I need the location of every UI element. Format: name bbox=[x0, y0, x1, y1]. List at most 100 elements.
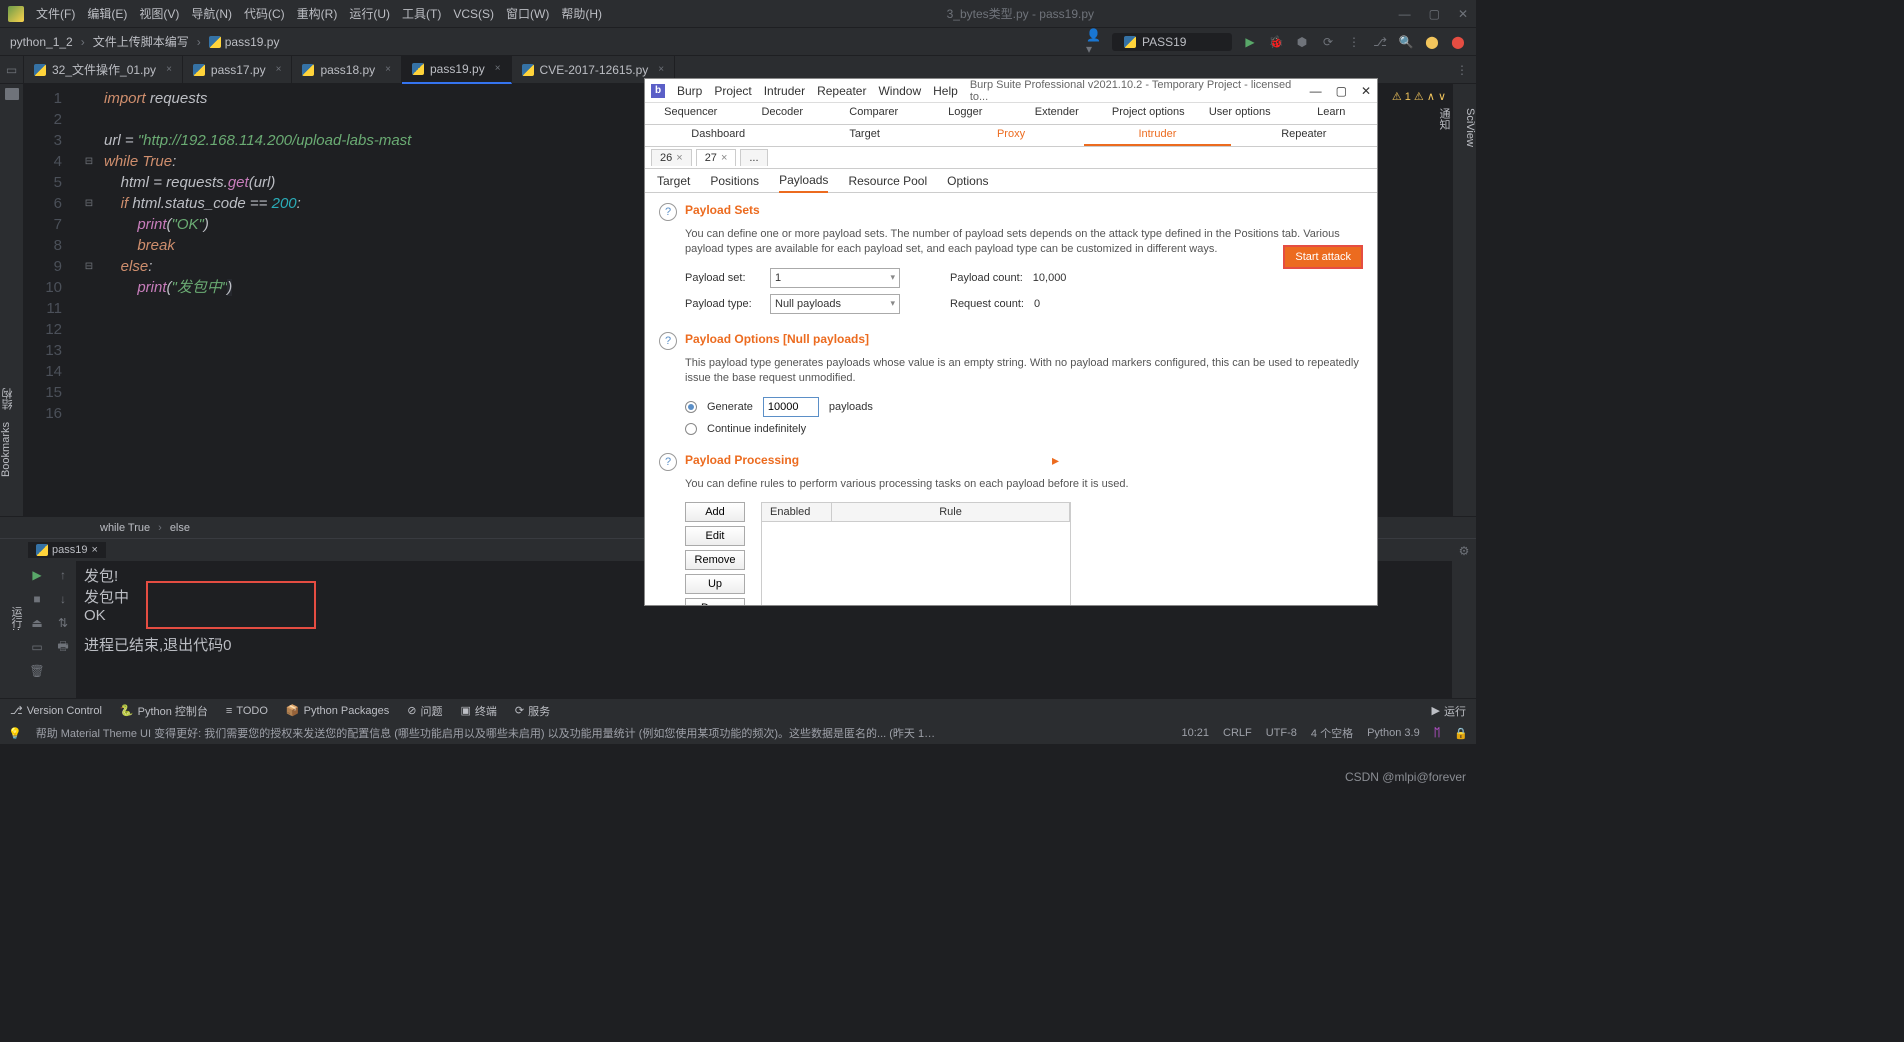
settings-icon[interactable]: ⬤ bbox=[1424, 34, 1440, 50]
close-icon[interactable]: × bbox=[166, 64, 172, 75]
menu-run[interactable]: 运行(U) bbox=[349, 5, 390, 22]
python-console-tool[interactable]: 🐍 Python 控制台 bbox=[120, 703, 208, 719]
menu-view[interactable]: 视图(V) bbox=[139, 5, 179, 22]
status-eol[interactable]: CRLF bbox=[1223, 727, 1252, 739]
sciview-tool[interactable]: SciView bbox=[1464, 108, 1476, 147]
menu-file[interactable]: 文件(F) bbox=[36, 5, 75, 22]
close-icon[interactable]: × bbox=[495, 63, 501, 74]
inspection-badge[interactable]: ⚠ 1 ⚠ ∧ ∨ bbox=[1392, 90, 1446, 103]
burp-menu-burp[interactable]: Burp bbox=[677, 84, 702, 98]
intruder-tab-26[interactable]: 26× bbox=[651, 149, 692, 166]
problems-tool[interactable]: ⊘ 问题 bbox=[407, 703, 442, 719]
close-icon[interactable]: × bbox=[676, 152, 682, 164]
minimize-icon[interactable]: — bbox=[1399, 7, 1411, 21]
subtab-target[interactable]: Target bbox=[657, 170, 690, 192]
minimize-icon[interactable]: — bbox=[1310, 84, 1322, 98]
editor-tab[interactable]: 32_文件操作_01.py× bbox=[24, 56, 183, 84]
print-icon[interactable]: 🖶 bbox=[55, 639, 71, 655]
crumb-item[interactable]: else bbox=[170, 522, 190, 534]
bookmarks-tool[interactable]: Bookmarks bbox=[0, 422, 24, 477]
burp-menu-intruder[interactable]: Intruder bbox=[764, 84, 805, 98]
run-label[interactable]: 运行: bbox=[0, 539, 24, 698]
burp-tab-repeater[interactable]: Repeater bbox=[1231, 125, 1377, 146]
bc-root[interactable]: python_1_2 bbox=[10, 35, 73, 49]
trash-icon[interactable]: 🗑 bbox=[29, 663, 45, 679]
subtab-positions[interactable]: Positions bbox=[710, 170, 759, 192]
crumb-item[interactable]: while True bbox=[100, 522, 150, 534]
tabs-more-icon[interactable]: ⋮ bbox=[1454, 62, 1470, 78]
close-icon[interactable]: × bbox=[91, 544, 97, 556]
generate-radio[interactable] bbox=[685, 401, 697, 413]
gear-icon[interactable]: ⚙ bbox=[1456, 543, 1472, 559]
more-icon[interactable]: ⋮ bbox=[1346, 34, 1362, 50]
payload-type-select[interactable]: Null payloads▾ bbox=[770, 294, 900, 314]
bc-file[interactable]: pass19.py bbox=[209, 35, 280, 49]
burp-tab-logger[interactable]: Logger bbox=[920, 103, 1012, 124]
help-icon[interactable]: ? bbox=[659, 332, 677, 350]
menu-navigate[interactable]: 导航(N) bbox=[191, 5, 232, 22]
edit-button[interactable]: Edit bbox=[685, 526, 745, 546]
exit-icon[interactable]: ⏏ bbox=[29, 615, 45, 631]
down-icon[interactable]: ↓ bbox=[55, 591, 71, 607]
status-encoding[interactable]: UTF-8 bbox=[1266, 727, 1297, 739]
run-tab[interactable]: pass19 × bbox=[28, 542, 106, 558]
profile-icon[interactable]: ⟳ bbox=[1320, 34, 1336, 50]
close-icon[interactable]: × bbox=[721, 152, 727, 164]
burp-tab-intruder[interactable]: Intruder bbox=[1084, 125, 1230, 146]
editor-tab[interactable]: pass18.py× bbox=[292, 56, 402, 84]
notify-icon[interactable]: ⬤ bbox=[1450, 34, 1466, 50]
editor-tab-active[interactable]: pass19.py× bbox=[402, 56, 512, 84]
close-icon[interactable]: × bbox=[385, 64, 391, 75]
menu-vcs[interactable]: VCS(S) bbox=[453, 7, 494, 21]
start-attack-button[interactable]: Start attack bbox=[1283, 245, 1363, 269]
coverage-icon[interactable]: ⬢ bbox=[1294, 34, 1310, 50]
burp-tab-dashboard[interactable]: Dashboard bbox=[645, 125, 791, 146]
burp-menu-window[interactable]: Window bbox=[878, 84, 921, 98]
burp-tab-comparer[interactable]: Comparer bbox=[828, 103, 920, 124]
m-icon[interactable]: ᛖ bbox=[1434, 727, 1441, 739]
notifications-tool[interactable]: 通知 bbox=[1436, 108, 1452, 147]
stop-icon[interactable]: ■ bbox=[29, 591, 45, 607]
add-button[interactable]: Add bbox=[685, 502, 745, 522]
payload-set-select[interactable]: 1▾ bbox=[770, 268, 900, 288]
close-icon[interactable]: × bbox=[658, 64, 664, 75]
continue-radio[interactable] bbox=[685, 423, 697, 435]
status-position[interactable]: 10:21 bbox=[1181, 727, 1209, 739]
lock-icon[interactable]: 🔒 bbox=[1454, 727, 1468, 740]
maximize-icon[interactable]: ▢ bbox=[1336, 84, 1347, 98]
status-indent[interactable]: 4 个空格 bbox=[1311, 725, 1353, 741]
burp-tab-proxy[interactable]: Proxy bbox=[938, 125, 1084, 146]
editor-tab[interactable]: pass17.py× bbox=[183, 56, 293, 84]
col-enabled[interactable]: Enabled bbox=[762, 503, 832, 521]
packages-tool[interactable]: 📦 Python Packages bbox=[286, 704, 389, 717]
help-icon[interactable]: ? bbox=[659, 453, 677, 471]
search-icon[interactable]: 🔍 bbox=[1398, 34, 1414, 50]
user-icon[interactable]: 👤▾ bbox=[1086, 34, 1102, 50]
debug-icon[interactable]: 🐞 bbox=[1268, 34, 1284, 50]
up-icon[interactable]: ↑ bbox=[55, 567, 71, 583]
down-button[interactable]: Down bbox=[685, 598, 745, 605]
terminal-tool[interactable]: ▣ 终端 bbox=[460, 703, 496, 719]
run-tool[interactable]: ▶ 运行 bbox=[1432, 703, 1466, 719]
bc-folder[interactable]: 文件上传脚本编写 bbox=[93, 33, 189, 50]
maximize-icon[interactable]: ▢ bbox=[1429, 7, 1440, 21]
run-config-selector[interactable]: PASS19 bbox=[1112, 33, 1232, 51]
remove-button[interactable]: Remove bbox=[685, 550, 745, 570]
close-icon[interactable]: × bbox=[276, 64, 282, 75]
menu-code[interactable]: 代码(C) bbox=[244, 5, 285, 22]
folder-icon[interactable] bbox=[5, 88, 19, 100]
bulb-icon[interactable]: 💡 bbox=[8, 727, 22, 740]
burp-tab-sequencer[interactable]: Sequencer bbox=[645, 103, 737, 124]
status-python[interactable]: Python 3.9 bbox=[1367, 727, 1420, 739]
close-icon[interactable]: ✕ bbox=[1458, 7, 1468, 21]
col-rule[interactable]: Rule bbox=[832, 503, 1070, 521]
subtab-payloads[interactable]: Payloads bbox=[779, 169, 828, 193]
menu-help[interactable]: 帮助(H) bbox=[561, 5, 602, 22]
burp-tab-user-options[interactable]: User options bbox=[1194, 103, 1286, 124]
services-tool[interactable]: ⟳ 服务 bbox=[515, 703, 550, 719]
wrap-icon[interactable]: ⇅ bbox=[55, 615, 71, 631]
subtab-resource-pool[interactable]: Resource Pool bbox=[848, 170, 927, 192]
version-control-tool[interactable]: ⎇ Version Control bbox=[10, 704, 102, 717]
burp-tab-decoder[interactable]: Decoder bbox=[737, 103, 829, 124]
burp-tab-extender[interactable]: Extender bbox=[1011, 103, 1103, 124]
